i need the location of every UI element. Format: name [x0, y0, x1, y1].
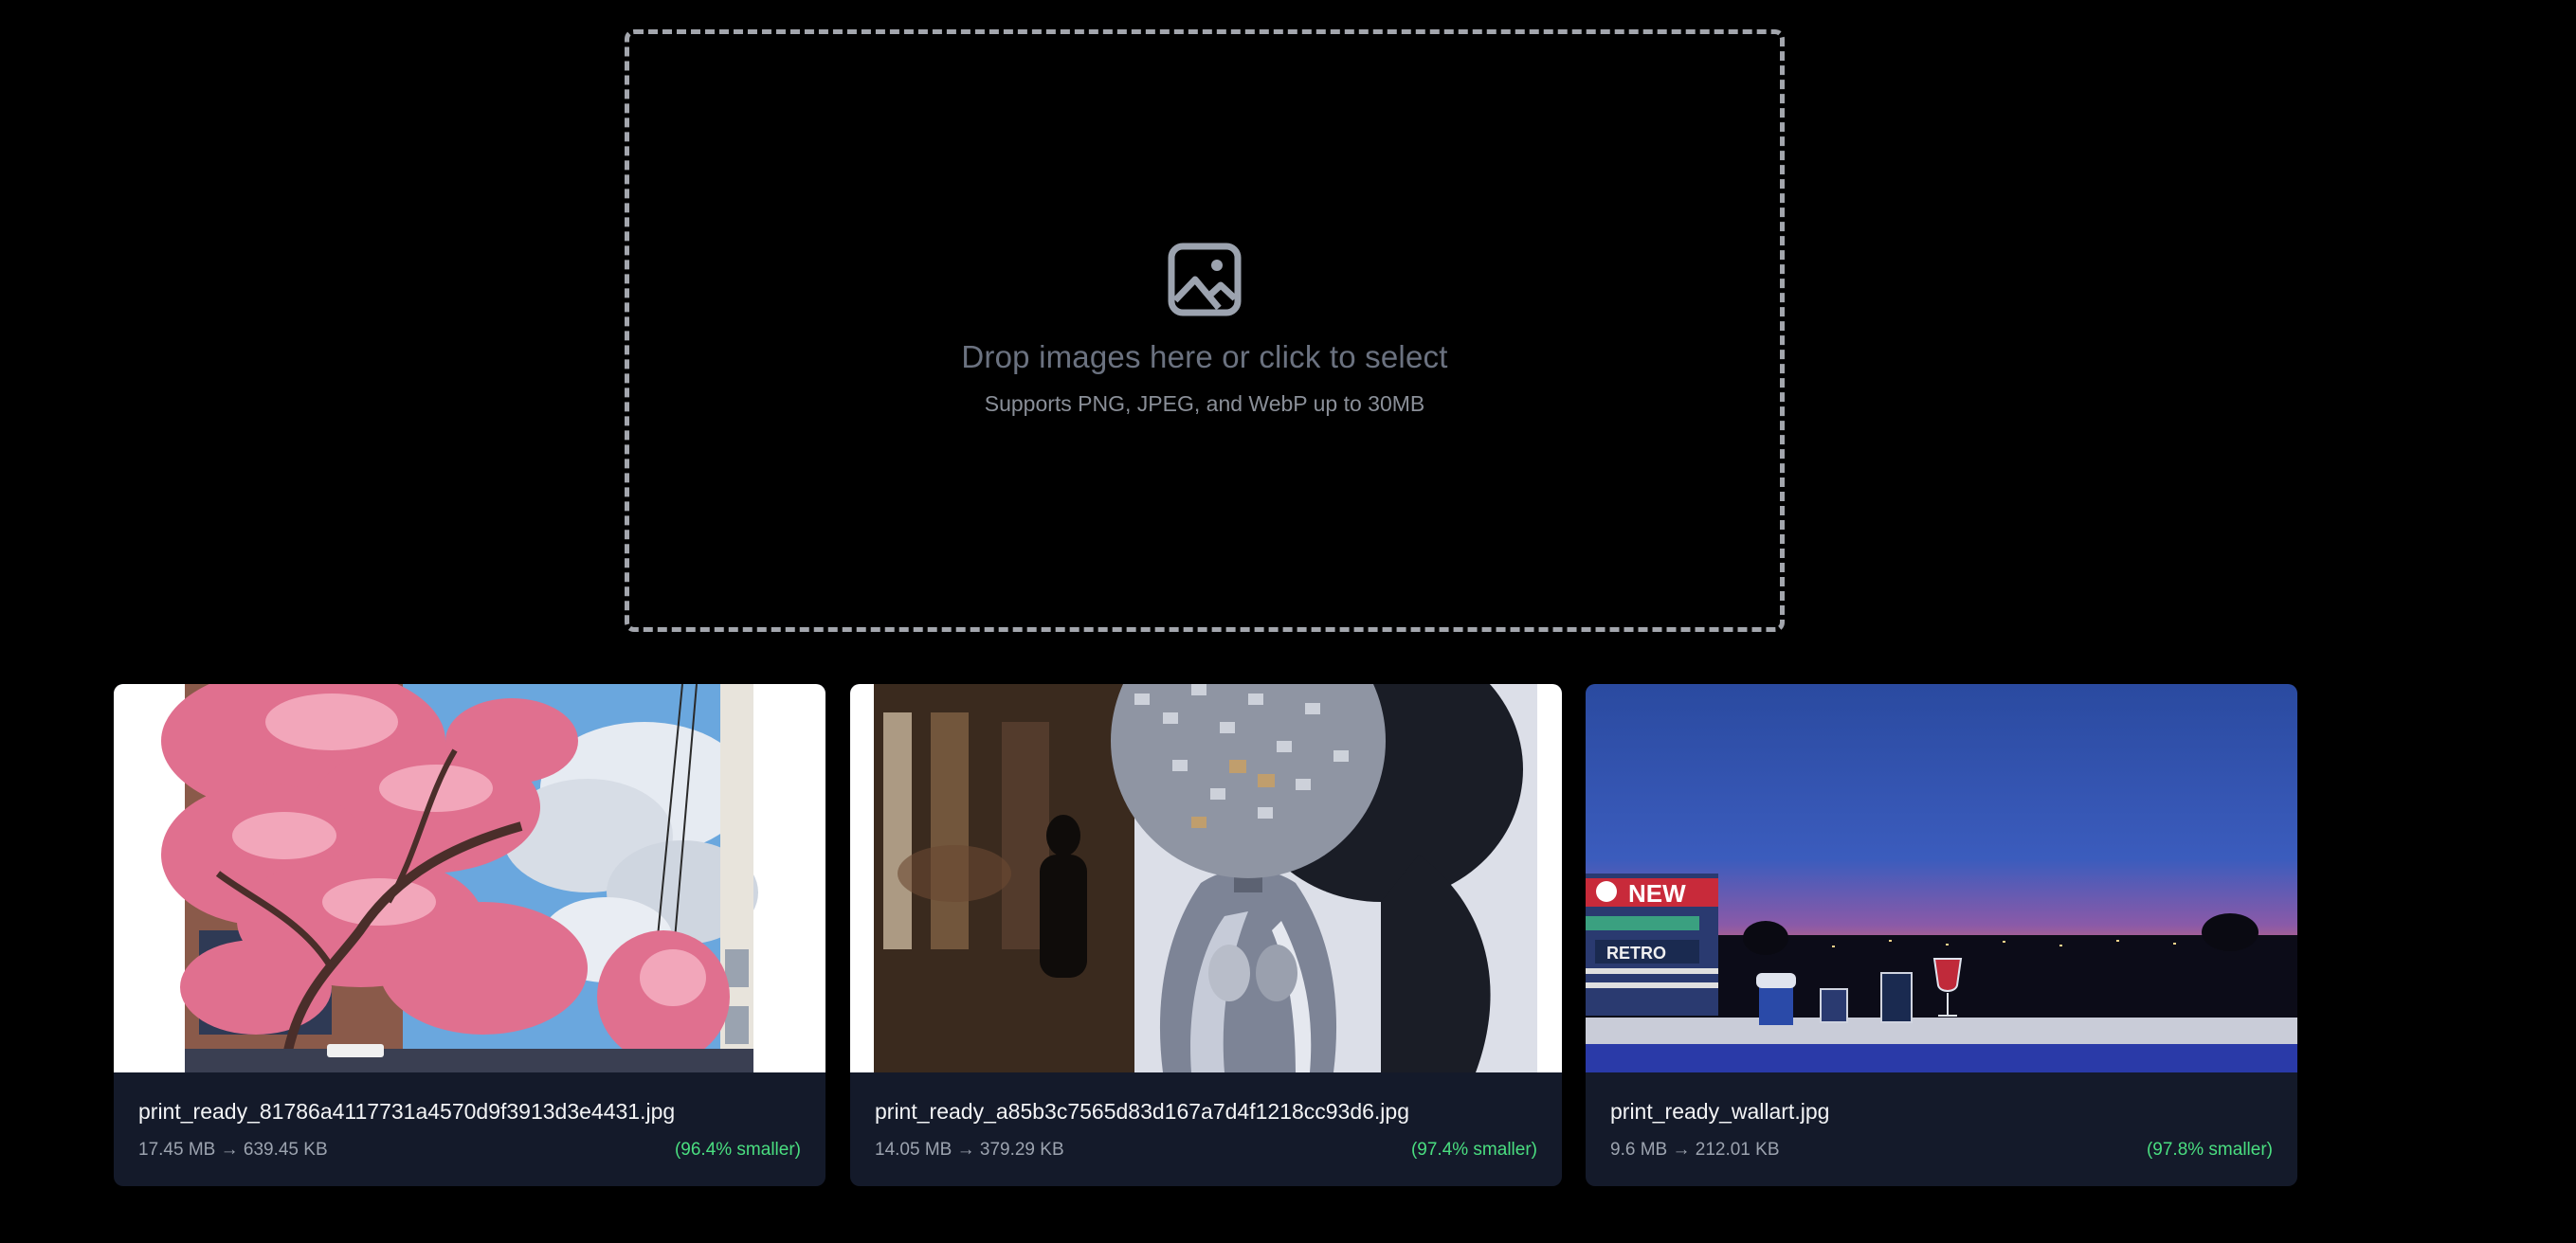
filename: print_ready_wallart.jpg: [1610, 1099, 1830, 1124]
savings-percentage: (96.4% smaller): [674, 1140, 801, 1160]
savings-percentage: (97.4% smaller): [1410, 1140, 1537, 1160]
image-dropzone[interactable]: Drop images here or click to select Supp…: [625, 29, 1785, 632]
dropzone-subtitle: Supports PNG, JPEG, and WebP up to 30MB: [984, 391, 1425, 416]
page: Drop images here or click to select Supp…: [0, 0, 2576, 1243]
thumbnail-cherry-blossom: [114, 684, 825, 1072]
image-card[interactable]: NEW RETRO print_ready_wallart.jpg 9.6 MB…: [1586, 684, 2297, 1186]
image-card[interactable]: print_ready_a85b3c7565d83d167a7d4f1218cc…: [850, 684, 1562, 1186]
filename: print_ready_81786a4117731a4570d9f3913d3e…: [138, 1099, 676, 1124]
dropzone-title: Drop images here or click to select: [961, 339, 1448, 374]
savings-percentage: (97.8% smaller): [2146, 1140, 2273, 1160]
image-card[interactable]: print_ready_81786a4117731a4570d9f3913d3e…: [114, 684, 825, 1186]
filename: print_ready_a85b3c7565d83d167a7d4f1218cc…: [875, 1099, 1409, 1124]
sign-new-text: NEW: [1628, 879, 1686, 908]
thumbnail-retro-sunset: NEW RETRO: [1586, 684, 2297, 1072]
size-comparison: 9.6 MB → 212.01 KB: [1610, 1140, 1780, 1160]
size-comparison: 17.45 MB → 639.45 KB: [138, 1140, 328, 1160]
size-comparison: 14.05 MB → 379.29 KB: [875, 1140, 1064, 1160]
sign-retro-text: RETRO: [1606, 944, 1666, 963]
image-icon: [1168, 243, 1242, 316]
thumbnail-disco-figure: [850, 684, 1562, 1072]
